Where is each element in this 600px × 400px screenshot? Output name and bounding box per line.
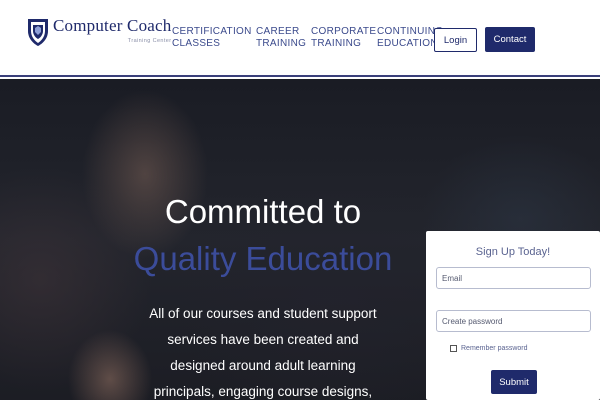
hero-body-text: All of our courses and student support s… <box>149 306 377 399</box>
email-field[interactable]: Email <box>436 267 591 289</box>
remember-password[interactable]: Remember password <box>450 345 528 352</box>
nav-label-line2: CLASSES <box>172 38 221 49</box>
remember-label: Remember password <box>461 345 528 352</box>
submit-button[interactable]: Submit <box>491 370 537 394</box>
login-button[interactable]: Login <box>434 28 477 52</box>
logo[interactable]: Computer Coach Training Center <box>26 17 171 47</box>
nav-corporate-training[interactable]: CORPORATE TRAINING <box>311 26 376 50</box>
logo-title: Computer Coach <box>53 16 172 35</box>
contact-button[interactable]: Contact <box>485 27 535 52</box>
signup-title: Sign Up Today! <box>475 246 551 258</box>
nav-certification-classes[interactable]: CERTIFICATION CLASSES <box>172 26 252 50</box>
password-placeholder: Create password <box>442 317 503 326</box>
nav-label-line2: TRAINING <box>311 38 362 49</box>
shield-icon <box>28 19 48 46</box>
checkbox-icon[interactable] <box>450 345 457 352</box>
signup-card: Sign Up Today! Email Create password Rem… <box>426 231 600 400</box>
site-header: Computer Coach Training Center CERTIFICA… <box>0 0 600 77</box>
nav-career-training[interactable]: CAREER TRAINING <box>256 26 306 50</box>
nav-label-line2: TRAINING <box>256 38 307 49</box>
nav-label-line1: CORPORATE <box>311 26 377 37</box>
logo-subtitle: Training Center <box>127 38 172 44</box>
hero-headline-line1: Committed to <box>164 193 362 230</box>
email-placeholder: Email <box>442 274 463 283</box>
nav-label-line1: CAREER <box>256 26 300 37</box>
nav-label-line1: CERTIFICATION <box>172 26 252 37</box>
password-field[interactable]: Create password <box>436 310 591 332</box>
